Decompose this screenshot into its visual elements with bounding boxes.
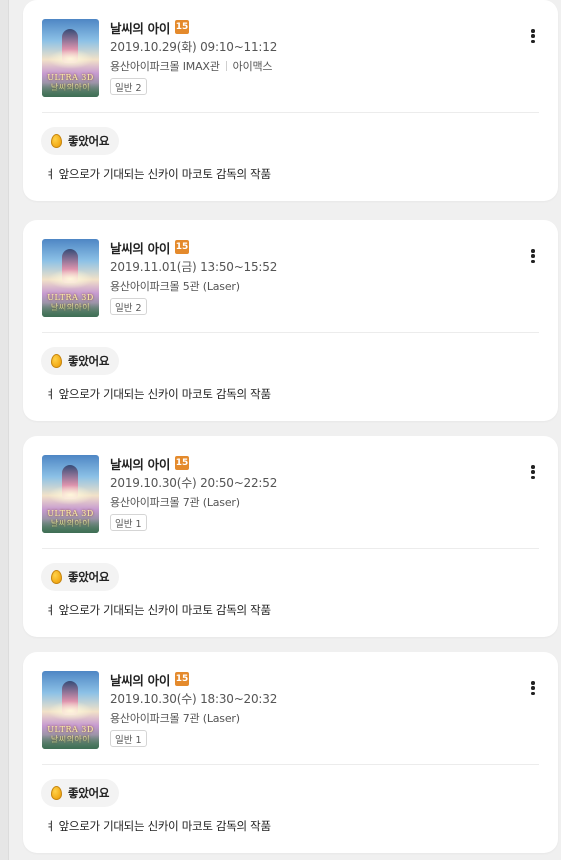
showtime: 2019.10.30(수) 20:50~22:52 (110, 476, 278, 490)
golden-egg-icon (51, 570, 62, 584)
poster-ground-art (42, 735, 99, 749)
theater-name: 용산아이파크몰 7관 (Laser) (110, 712, 240, 725)
showtime: 2019.10.29(화) 09:10~11:12 (110, 40, 278, 54)
movie-title[interactable]: 날씨의 아이 (110, 18, 170, 37)
more-vertical-icon (531, 465, 535, 469)
age-rating-badge: 15 (175, 20, 190, 34)
theater-info: 용산아이파크몰 7관 (Laser) (110, 494, 240, 510)
reaction-label: 좋았어요 (68, 786, 110, 800)
reaction-label: 좋았어요 (68, 134, 110, 148)
golden-egg-icon (51, 354, 62, 368)
more-options-button[interactable] (526, 26, 540, 46)
golden-egg-icon (51, 786, 62, 800)
more-vertical-icon-dot (531, 686, 535, 690)
poster-ground-art (42, 83, 99, 97)
more-vertical-icon-dot (531, 39, 535, 43)
theater-info: 용산아이파크몰 IMAX관 아이맥스 (110, 58, 273, 74)
poster-glow-art (48, 269, 93, 289)
watch-record-card[interactable]: ULTRA 3D 날씨의아이 날씨의 아이 15 2019.11.01(금) 1… (23, 220, 558, 421)
watch-record-card[interactable]: ULTRA 3D 날씨의아이 날씨의 아이 15 2019.10.30(수) 1… (23, 652, 558, 853)
movie-poster[interactable]: ULTRA 3D 날씨의아이 (42, 671, 99, 749)
movie-poster[interactable]: ULTRA 3D 날씨의아이 (42, 455, 99, 533)
divider (42, 332, 539, 333)
movie-title[interactable]: 날씨의 아이 (110, 238, 170, 257)
divider (42, 548, 539, 549)
more-options-button[interactable] (526, 246, 540, 266)
reaction-label: 좋았어요 (68, 354, 110, 368)
reaction-chip[interactable]: 좋았어요 (41, 347, 120, 375)
more-vertical-icon-dot (531, 254, 535, 258)
review-text[interactable]: ㅕ 앞으로가 기대되는 신카이 마코토 감독의 작품 (45, 818, 525, 834)
reaction-label: 좋았어요 (68, 570, 110, 584)
reaction-chip[interactable]: 좋았어요 (41, 779, 120, 807)
movie-title[interactable]: 날씨의 아이 (110, 454, 170, 473)
movie-title[interactable]: 날씨의 아이 (110, 670, 170, 689)
movie-poster[interactable]: ULTRA 3D 날씨의아이 (42, 239, 99, 317)
title-row: 날씨의 아이 15 (110, 670, 190, 689)
title-row: 날씨의 아이 15 (110, 454, 190, 473)
movie-poster[interactable]: ULTRA 3D 날씨의아이 (42, 19, 99, 97)
poster-glow-art (48, 701, 93, 721)
theater-info: 용산아이파크몰 7관 (Laser) (110, 710, 240, 726)
left-scroll-rail (0, 0, 9, 860)
more-vertical-icon (531, 249, 535, 253)
more-vertical-icon-dot (531, 259, 535, 263)
title-row: 날씨의 아이 15 (110, 238, 190, 257)
more-vertical-icon-dot (531, 475, 535, 479)
watch-record-card[interactable]: ULTRA 3D 날씨의아이 날씨의 아이 15 2019.10.30(수) 2… (23, 436, 558, 637)
theater-format: 아이맥스 (232, 60, 273, 73)
ticket-type-chip: 일반 2 (110, 78, 147, 95)
more-vertical-icon-dot (531, 34, 535, 38)
golden-egg-icon (51, 134, 62, 148)
ticket-type-chip: 일반 1 (110, 730, 147, 747)
ticket-type-chip: 일반 2 (110, 298, 147, 315)
more-options-button[interactable] (526, 678, 540, 698)
poster-glow-art (48, 485, 93, 505)
poster-ground-art (42, 303, 99, 317)
more-options-button[interactable] (526, 462, 540, 482)
reaction-chip[interactable]: 좋았어요 (41, 563, 120, 591)
poster-ground-art (42, 519, 99, 533)
theater-name: 용산아이파크몰 5관 (Laser) (110, 280, 240, 293)
more-vertical-icon (531, 681, 535, 685)
review-text[interactable]: ㅕ 앞으로가 기대되는 신카이 마코토 감독의 작품 (45, 166, 525, 182)
showtime: 2019.10.30(수) 18:30~20:32 (110, 692, 278, 706)
review-text[interactable]: ㅕ 앞으로가 기대되는 신카이 마코토 감독의 작품 (45, 602, 525, 618)
more-vertical-icon-dot (531, 691, 535, 695)
showtime: 2019.11.01(금) 13:50~15:52 (110, 260, 278, 274)
theater-name: 용산아이파크몰 7관 (Laser) (110, 496, 240, 509)
title-row: 날씨의 아이 15 (110, 18, 190, 37)
ticket-type-chip: 일반 1 (110, 514, 147, 531)
watch-record-card[interactable]: ULTRA 3D 날씨의아이 날씨의 아이 15 2019.10.29(화) 0… (23, 0, 558, 201)
age-rating-badge: 15 (175, 240, 190, 254)
theater-name: 용산아이파크몰 IMAX관 (110, 60, 220, 73)
poster-glow-art (48, 49, 93, 69)
more-vertical-icon (531, 29, 535, 33)
theater-divider (225, 61, 227, 71)
theater-info: 용산아이파크몰 5관 (Laser) (110, 278, 240, 294)
reaction-chip[interactable]: 좋았어요 (41, 127, 120, 155)
watched-movies-feed: ULTRA 3D 날씨의아이 날씨의 아이 15 2019.11.01(금) 1… (0, 0, 561, 860)
age-rating-badge: 15 (175, 456, 190, 470)
divider (42, 764, 539, 765)
age-rating-badge: 15 (175, 672, 190, 686)
divider (42, 112, 539, 113)
more-vertical-icon-dot (531, 470, 535, 474)
review-text[interactable]: ㅕ 앞으로가 기대되는 신카이 마코토 감독의 작품 (45, 386, 525, 402)
